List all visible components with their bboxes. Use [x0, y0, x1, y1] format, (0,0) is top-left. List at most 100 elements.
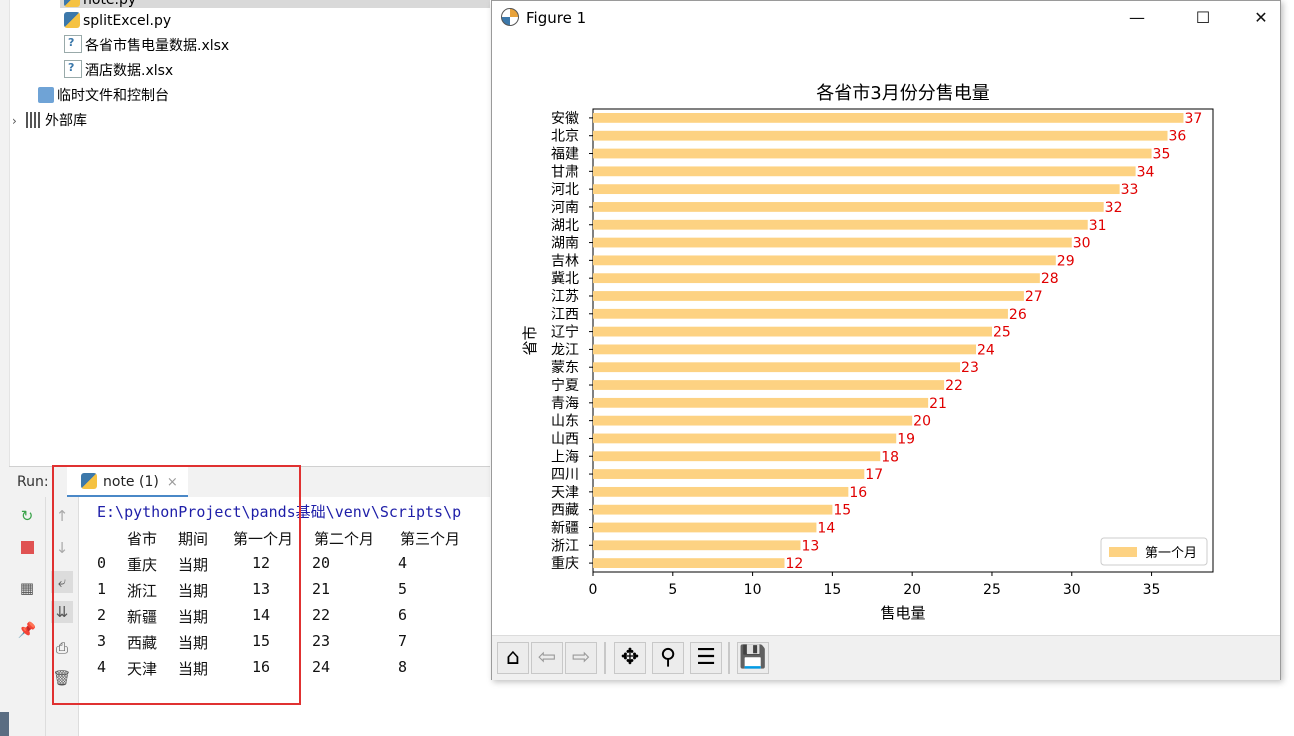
table-cell: 西藏 [127, 634, 158, 652]
bar [593, 380, 945, 390]
bar [593, 344, 977, 355]
table-cell: 21 [312, 580, 331, 598]
y-tick-label: 江西 [551, 307, 579, 323]
table-cell: 8 [398, 658, 408, 676]
tree-item-label: note.py [83, 0, 137, 8]
tree-item-splitexcel[interactable]: splitExcel.py [64, 10, 171, 32]
bar [593, 433, 897, 444]
table-row-index: 0 [97, 554, 107, 572]
save-icon[interactable]: 💾 [737, 642, 769, 674]
rerun-icon[interactable]: ↻ [16, 505, 38, 527]
bar [593, 308, 1008, 319]
table-cell: 13 [252, 580, 271, 598]
y-tick-label: 新疆 [551, 520, 579, 536]
bar [593, 415, 913, 426]
soft-wrap-icon[interactable]: ⤶ [51, 571, 73, 593]
tree-item-label: splitExcel.py [83, 13, 172, 29]
scratches-icon [38, 87, 54, 103]
home-icon[interactable]: ⌂ [497, 642, 529, 674]
bar-value-label: 12 [786, 556, 804, 572]
table-cell: 12 [252, 554, 271, 572]
y-tick-label: 青海 [551, 396, 579, 412]
tree-item-sales-xlsx[interactable]: 各省市售电量数据.xlsx [64, 32, 229, 57]
y-tick-label: 安徽 [551, 111, 579, 127]
bar-value-label: 28 [1041, 271, 1059, 287]
tree-item-label: 酒店数据.xlsx [85, 63, 174, 79]
table-cell: 4 [398, 554, 408, 572]
arrow-up-icon[interactable]: ↑ [51, 505, 73, 527]
tree-item-external-libs[interactable]: › 外部库 [12, 110, 87, 132]
pin-icon[interactable]: 📌 [16, 619, 38, 641]
tree-item-hotel-xlsx[interactable]: 酒店数据.xlsx [64, 57, 174, 82]
bar-value-label: 36 [1169, 129, 1187, 145]
table-header-cell: 期间 [178, 530, 209, 548]
table-cell: 浙江 [127, 582, 158, 600]
trash-icon[interactable]: 🗑 [51, 667, 73, 689]
layout-icon[interactable]: ▦ [16, 577, 38, 599]
y-tick-label: 吉林 [551, 253, 579, 269]
bar [593, 148, 1152, 159]
close-icon[interactable]: × [167, 475, 178, 490]
x-tick-label: 30 [1063, 582, 1081, 598]
table-cell: 当期 [178, 608, 209, 626]
y-tick-label: 宁夏 [551, 377, 579, 394]
minimize-button[interactable]: — [1108, 1, 1166, 35]
table-row-index: 2 [97, 606, 107, 624]
bar-value-label: 24 [977, 342, 995, 358]
bar-value-label: 15 [833, 503, 851, 519]
bar-value-label: 29 [1057, 253, 1075, 269]
close-window-button[interactable]: ✕ [1232, 1, 1290, 35]
chevron-right-icon[interactable]: › [12, 110, 26, 132]
table-cell: 5 [398, 580, 408, 598]
tree-item-scratches[interactable]: 临时文件和控制台 [38, 85, 169, 107]
y-tick-label: 重庆 [551, 556, 579, 572]
toolbar-separator [604, 642, 606, 674]
scroll-to-end-icon[interactable]: ⇊ [51, 601, 73, 623]
back-icon[interactable]: ⇦ [531, 642, 563, 674]
forward-icon[interactable]: ⇨ [565, 642, 597, 674]
x-tick-label: 35 [1143, 582, 1161, 598]
bar [593, 219, 1088, 230]
bar-value-label: 26 [1009, 307, 1027, 323]
bar-value-label: 17 [865, 467, 883, 483]
y-tick-label: 浙江 [551, 538, 579, 554]
axes-frame [592, 108, 1214, 573]
x-axis-label: 售电量 [880, 604, 925, 622]
bar-value-label: 34 [1137, 164, 1155, 180]
y-tick-label: 辽宁 [551, 324, 579, 341]
bar-value-label: 22 [945, 378, 963, 394]
plot-canvas[interactable]: 37 安徽 36 北京 35 福建 34 甘肃 33 河北 32 河南 31 湖北 30 湖南 29 吉林 28 冀北… [492, 35, 1280, 635]
stop-icon[interactable] [16, 537, 38, 559]
table-cell: 7 [398, 632, 408, 650]
x-tick-label: 25 [983, 582, 1001, 598]
print-icon[interactable]: ⎙ [51, 637, 73, 659]
run-tab-note[interactable]: note (1) × [67, 467, 188, 498]
pan-icon[interactable]: ✥ [614, 642, 646, 674]
python-file-icon [64, 0, 80, 7]
arrow-down-icon[interactable]: ↓ [51, 537, 73, 559]
bar-value-label: 33 [1121, 182, 1139, 198]
bar-chart: 37 安徽 36 北京 35 福建 34 甘肃 33 河北 32 河南 31 湖北 30 湖南 29 吉林 28 冀北… [521, 83, 1214, 622]
y-tick-label: 四川 [551, 467, 579, 483]
bar-value-label: 23 [961, 360, 979, 376]
status-strip [0, 712, 9, 736]
bar-value-label: 31 [1089, 218, 1107, 234]
configure-subplots-icon[interactable]: ☰ [690, 642, 722, 674]
bar-value-label: 13 [801, 538, 819, 554]
bar [593, 291, 1024, 301]
table-cell: 16 [252, 658, 271, 676]
bar [593, 522, 817, 533]
bar [593, 113, 1184, 123]
zoom-icon[interactable]: ⚲ [652, 642, 684, 674]
table-cell: 14 [252, 606, 271, 624]
legend-swatch [1109, 547, 1137, 557]
tree-item-label: 外部库 [45, 113, 87, 129]
y-tick-label: 上海 [551, 449, 579, 465]
table-cell: 新疆 [127, 608, 158, 626]
bar-value-label: 30 [1073, 236, 1091, 252]
run-toolbar-secondary: ↑ ↓ ⤶ ⇊ ⎙ 🗑 [46, 497, 79, 736]
maximize-button[interactable]: ☐ [1174, 1, 1232, 35]
bar-value-label: 14 [817, 520, 835, 536]
y-axis-label: 省市 [521, 325, 539, 355]
y-tick-label: 冀北 [551, 271, 579, 287]
